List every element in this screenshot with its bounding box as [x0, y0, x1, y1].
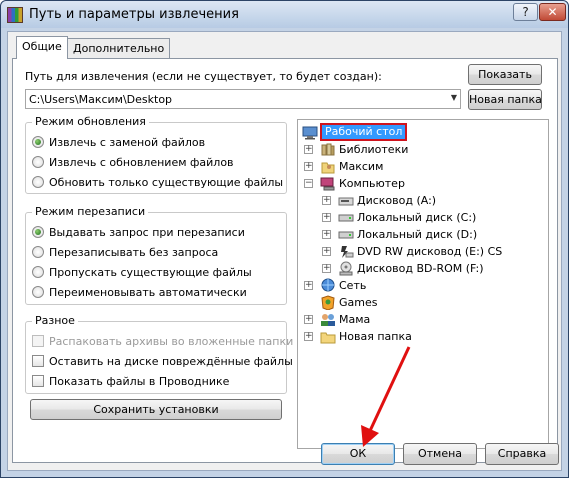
tree-node-libraries[interactable]: + Библиотеки	[302, 142, 542, 158]
expand-plus-icon[interactable]: +	[322, 230, 331, 239]
extraction-dialog: Путь и параметры извлечения ? ✕ Общие До…	[0, 0, 569, 478]
checkbox-icon[interactable]	[32, 335, 44, 347]
games-icon	[320, 295, 336, 311]
tab-panel-general: Путь для извлечения (если не существует,…	[12, 58, 558, 463]
radio-overwrite-silent[interactable]: Перезаписывать без запроса	[32, 246, 218, 260]
update-mode-group: Режим обновления Извлечь с заменой файло…	[25, 115, 287, 194]
tree-node-mama[interactable]: + Мама	[302, 312, 542, 328]
help-title-button[interactable]: ?	[513, 3, 538, 21]
libraries-icon	[320, 142, 336, 157]
radio-ask-overwrite[interactable]: Выдавать запрос при перезаписи	[32, 226, 245, 240]
expand-plus-icon[interactable]: +	[322, 213, 331, 222]
computer-icon	[320, 176, 336, 191]
path-combobox[interactable]: C:\Users\Максим\Desktop ▼	[25, 89, 461, 109]
window-title: Путь и параметры извлечения	[29, 7, 239, 22]
collapse-minus-icon[interactable]: −	[304, 179, 313, 188]
misc-title: Разное	[32, 314, 78, 327]
expand-plus-icon[interactable]: +	[322, 247, 331, 256]
winrar-icon	[7, 7, 23, 23]
bd-rom-drive-icon	[338, 261, 354, 276]
show-button[interactable]: Показать	[468, 64, 542, 85]
check-extract-nested[interactable]: Распаковать архивы во вложенные папки	[32, 335, 293, 349]
tree-node-drive-f[interactable]: + Дисковод BD-ROM (F:)	[302, 261, 542, 277]
network-icon	[320, 278, 336, 293]
help-button[interactable]: Справка	[485, 443, 559, 465]
tree-node-network[interactable]: + Сеть	[302, 278, 542, 294]
floppy-drive-icon	[338, 193, 354, 208]
tree-node-user[interactable]: + Максим	[302, 159, 542, 175]
expand-plus-icon[interactable]: +	[322, 264, 331, 273]
hard-drive-icon	[338, 227, 354, 242]
cancel-button[interactable]: Отмена	[403, 443, 477, 465]
folder-icon	[320, 329, 336, 344]
tree-node-games[interactable]: Games	[302, 295, 542, 311]
expand-plus-icon[interactable]: +	[304, 332, 313, 341]
path-label: Путь для извлечения (если не существует,…	[25, 70, 382, 83]
radio-extract-update[interactable]: Извлечь с обновлением файлов	[32, 156, 234, 170]
overwrite-mode-title: Режим перезаписи	[32, 205, 149, 218]
save-settings-button[interactable]: Сохранить установки	[30, 399, 282, 420]
path-value: C:\Users\Максим\Desktop	[29, 93, 173, 106]
check-keep-broken[interactable]: Оставить на диске повреждённые файлы	[32, 355, 293, 369]
tree-node-drive-e[interactable]: + DVD RW дисковод (E:) CS	[302, 244, 542, 260]
user-folder-icon	[320, 159, 336, 174]
tree-node-drive-c[interactable]: + Локальный диск (C:)	[302, 210, 542, 226]
tree-node-floppy[interactable]: + Дисковод (A:)	[302, 193, 542, 209]
expand-plus-icon[interactable]: +	[304, 145, 313, 154]
overwrite-mode-group: Режим перезаписи Выдавать запрос при пер…	[25, 205, 287, 305]
update-mode-title: Режим обновления	[32, 115, 149, 128]
radio-button-icon[interactable]	[32, 136, 44, 148]
radio-button-icon[interactable]	[32, 226, 44, 238]
dialog-body: Общие Дополнительно Путь для извлечения …	[7, 31, 562, 471]
radio-auto-rename[interactable]: Переименовывать автоматически	[32, 286, 247, 300]
radio-extract-replace[interactable]: Извлечь с заменой файлов	[32, 136, 205, 150]
dvd-drive-icon	[338, 244, 354, 259]
expand-plus-icon[interactable]: +	[304, 281, 313, 290]
title-bar[interactable]: Путь и параметры извлечения ? ✕	[1, 1, 568, 28]
expand-plus-icon[interactable]: +	[304, 162, 313, 171]
radio-button-icon[interactable]	[32, 246, 44, 258]
radio-button-icon[interactable]	[32, 156, 44, 168]
misc-group: Разное Распаковать архивы во вложенные п…	[25, 314, 293, 394]
checkbox-icon[interactable]	[32, 375, 44, 387]
tab-general[interactable]: Общие	[16, 36, 68, 59]
tree-node-new-folder[interactable]: + Новая папка	[302, 329, 542, 345]
new-folder-button[interactable]: Новая папка	[468, 89, 542, 110]
tree-node-computer[interactable]: − Компьютер	[302, 176, 542, 192]
desktop-icon	[302, 125, 318, 140]
tab-advanced[interactable]: Дополнительно	[67, 38, 171, 58]
radio-button-icon[interactable]	[32, 286, 44, 298]
tree-node-drive-d[interactable]: + Локальный диск (D:)	[302, 227, 542, 243]
dropdown-arrow-icon[interactable]: ▼	[451, 93, 457, 102]
radio-update-existing[interactable]: Обновить только существующие файлы	[32, 176, 283, 190]
ok-button[interactable]: ОК	[321, 443, 395, 465]
radio-button-icon[interactable]	[32, 266, 44, 278]
expand-plus-icon[interactable]: +	[304, 315, 313, 324]
folder-tree[interactable]: Рабочий стол + Библиотеки + Максим − Ком…	[297, 119, 549, 449]
checkbox-icon[interactable]	[32, 355, 44, 367]
user-group-icon	[320, 312, 336, 327]
hard-drive-icon	[338, 210, 354, 225]
tree-node-desktop[interactable]: Рабочий стол	[302, 123, 542, 141]
radio-button-icon[interactable]	[32, 176, 44, 188]
expand-plus-icon[interactable]: +	[322, 196, 331, 205]
close-button[interactable]: ✕	[539, 3, 566, 21]
check-show-in-explorer[interactable]: Показать файлы в Проводнике	[32, 375, 229, 389]
radio-skip-existing[interactable]: Пропускать существующие файлы	[32, 266, 252, 280]
selected-node-label: Рабочий стол	[320, 123, 408, 141]
